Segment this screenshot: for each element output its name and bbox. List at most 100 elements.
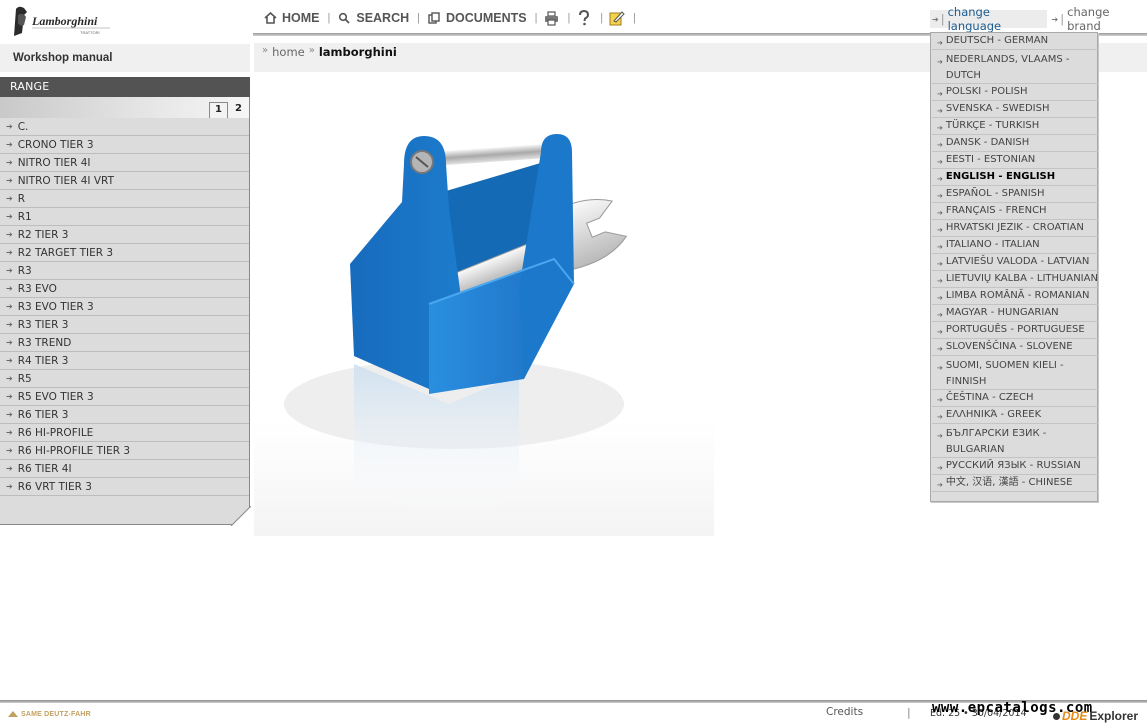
arrow-right-icon: ➔ [1051,14,1059,24]
range-item[interactable]: ➔ NITRO TIER 4I [0,154,249,172]
change-language-link[interactable]: ➔ | change language [930,5,1047,33]
language-option[interactable]: ➔ TÜRKÇE - TURKISH [932,118,1098,135]
breadcrumb-separator: » [262,45,269,56]
range-item[interactable]: ➔ R6 HI-PROFILE [0,424,249,442]
logo-prefix: DDE [1062,709,1088,723]
help-icon[interactable] [576,10,592,26]
credits-link[interactable]: Credits [826,706,863,718]
arrow-right-icon: ➔ [6,122,13,131]
arrow-right-icon: ➔ [937,481,943,489]
language-option[interactable]: ➔ 中文, 汉语, 漢語 - CHINESE [932,475,1098,492]
language-option[interactable]: ➔ РУССКИЙ ЯЗЫК - RUSSIAN [932,458,1098,475]
language-option[interactable]: ➔ NEDERLANDS, VLAAMS - DUTCH [932,50,1098,84]
range-item[interactable]: ➔ R3 EVO [0,280,249,298]
link-separator: | [940,12,945,26]
print-icon[interactable] [543,10,559,26]
range-item[interactable]: ➔ CRONO TIER 3 [0,136,249,154]
range-item[interactable]: ➔ R3 TREND [0,334,249,352]
language-option[interactable]: ➔ LIETUVIŲ KALBA - LITHUANIAN [932,271,1098,288]
language-option[interactable]: ➔ DANSK - DANISH [932,135,1098,152]
language-option[interactable]: ➔ ITALIANO - ITALIAN [932,237,1098,254]
language-option-label: DEUTSCH - GERMAN [945,35,1049,46]
tab-page-1[interactable]: 1 [209,102,228,118]
language-option[interactable]: ➔ SUOMI, SUOMEN KIELI - FINNISH [932,356,1098,390]
range-item-label: R3 EVO TIER 3 [17,300,94,313]
range-item[interactable]: ➔ R2 TIER 3 [0,226,249,244]
range-item[interactable]: ➔ NITRO TIER 4I VRT [0,172,249,190]
arrow-right-icon: ➔ [937,107,943,115]
arrow-right-icon: ➔ [937,90,943,98]
change-brand-link[interactable]: ➔ | change brand [1050,5,1147,33]
range-item[interactable]: ➔ R3 [0,262,249,280]
language-option[interactable]: ➔ LIMBA ROMÂNĂ - ROMANIAN [932,288,1098,305]
language-option-label: POLSKI - POLISH [945,86,1028,97]
range-tabs: 1 2 [0,97,250,118]
range-item-label: R3 [17,264,32,277]
range-item[interactable]: ➔ R6 TIER 4I [0,460,249,478]
nav-search-link[interactable]: SEARCH [336,10,409,26]
language-option[interactable]: ➔ POLSKI - POLISH [932,84,1098,101]
language-option-label: БЪЛГАРСКИ ЕЗИК - BULGARIAN [945,428,1047,455]
language-option[interactable]: ➔ SVENSKA - SWEDISH [932,101,1098,118]
range-item[interactable]: ➔ R1 [0,208,249,226]
language-option[interactable]: ➔ HRVATSKI JEZIK - CROATIAN [932,220,1098,237]
language-option[interactable]: ➔ БЪЛГАРСКИ ЕЗИК - BULGARIAN [932,424,1098,458]
arrow-right-icon: ➔ [6,338,13,347]
language-option-label: ΕΛΛΗΝΙΚΆ - GREEK [945,409,1042,420]
range-item[interactable]: ➔ R3 EVO TIER 3 [0,298,249,316]
range-item-label: NITRO TIER 4I [17,156,91,169]
breadcrumb-separator: » [308,45,315,56]
footer-brand[interactable]: SAME DEUTZ-FAHR [8,710,91,718]
link-separator: | [1060,12,1065,26]
language-option[interactable]: ➔ ČEŠTINA - CZECH [932,390,1098,407]
range-item[interactable]: ➔ R4 TIER 3 [0,352,249,370]
range-list: ➔ C. ➔ CRONO TIER 3 ➔ NITRO TIER 4I ➔ NITRO TIE… [0,118,250,525]
range-item[interactable]: ➔ R2 TARGET TIER 3 [0,244,249,262]
nav-separator: | [567,12,571,24]
nav-documents-link[interactable]: DOCUMENTS [426,10,527,26]
language-option-selected[interactable]: ➔ ENGLISH - ENGLISH [932,169,1098,186]
language-option[interactable]: ➔ EESTI - ESTONIAN [932,152,1098,169]
arrow-right-icon: ➔ [937,396,943,404]
arrow-right-icon: ➔ [6,482,13,491]
range-item-label: R6 HI-PROFILE TIER 3 [17,444,131,457]
language-option[interactable]: ➔ PORTUGUÊS - PORTUGUESE [932,322,1098,339]
change-brand-label: change brand [1067,5,1110,33]
language-option-label: LIETUVIŲ KALBA - LITHUANIAN [945,273,1098,284]
tab-page-2[interactable]: 2 [229,102,248,118]
language-option-label: MAGYAR - HUNGARIAN [945,307,1059,318]
arrow-right-icon: ➔ [6,176,13,185]
language-option[interactable]: ➔ SLOVENŠČINA - SLOVENE [932,339,1098,356]
arrow-right-icon: ➔ [937,141,943,149]
language-option[interactable]: ➔ DEUTSCH - GERMAN [932,33,1098,50]
language-dropdown: ➔ DEUTSCH - GERMAN ➔ NEDERLANDS, VLAAMS - D… [930,32,1098,502]
documents-icon [426,10,442,26]
arrow-right-icon: ➔ [6,212,13,221]
arrow-right-icon: ➔ [6,446,13,455]
arrow-right-icon: ➔ [6,194,13,203]
lamborghini-logo[interactable]: Lamborghini TRATTORI [10,3,120,39]
range-item[interactable]: ➔ R3 TIER 3 [0,316,249,334]
breadcrumb-home-link[interactable]: home [272,45,305,59]
range-item-label: C. [17,120,29,133]
arrow-right-icon: ➔ [937,328,943,336]
notes-icon[interactable] [609,10,625,26]
range-item-label: R4 TIER 3 [17,354,69,367]
language-option[interactable]: ➔ ESPAÑOL - SPANISH [932,186,1098,203]
range-item[interactable]: ➔ R5 EVO TIER 3 [0,388,249,406]
language-option[interactable]: ➔ LATVIEŠU VALODA - LATVIAN [932,254,1098,271]
range-header: RANGE [0,77,250,97]
nav-home-link[interactable]: HOME [262,10,320,26]
range-item[interactable]: ➔ R5 [0,370,249,388]
language-option[interactable]: ➔ ΕΛΛΗΝΙΚΆ - GREEK [932,407,1098,424]
range-item[interactable]: ➔ R6 VRT TIER 3 [0,478,249,496]
language-option[interactable]: ➔ MAGYAR - HUNGARIAN [932,305,1098,322]
range-item[interactable]: ➔ R6 HI-PROFILE TIER 3 [0,442,249,460]
range-item[interactable]: ➔ R6 TIER 3 [0,406,249,424]
panel-corner [231,506,251,526]
range-item[interactable]: ➔ C. [0,118,249,136]
language-option[interactable]: ➔ FRANÇAIS - FRENCH [932,203,1098,220]
range-item[interactable]: ➔ R [0,190,249,208]
nav-separator: | [327,12,331,24]
language-option-label: TÜRKÇE - TURKISH [945,120,1040,131]
